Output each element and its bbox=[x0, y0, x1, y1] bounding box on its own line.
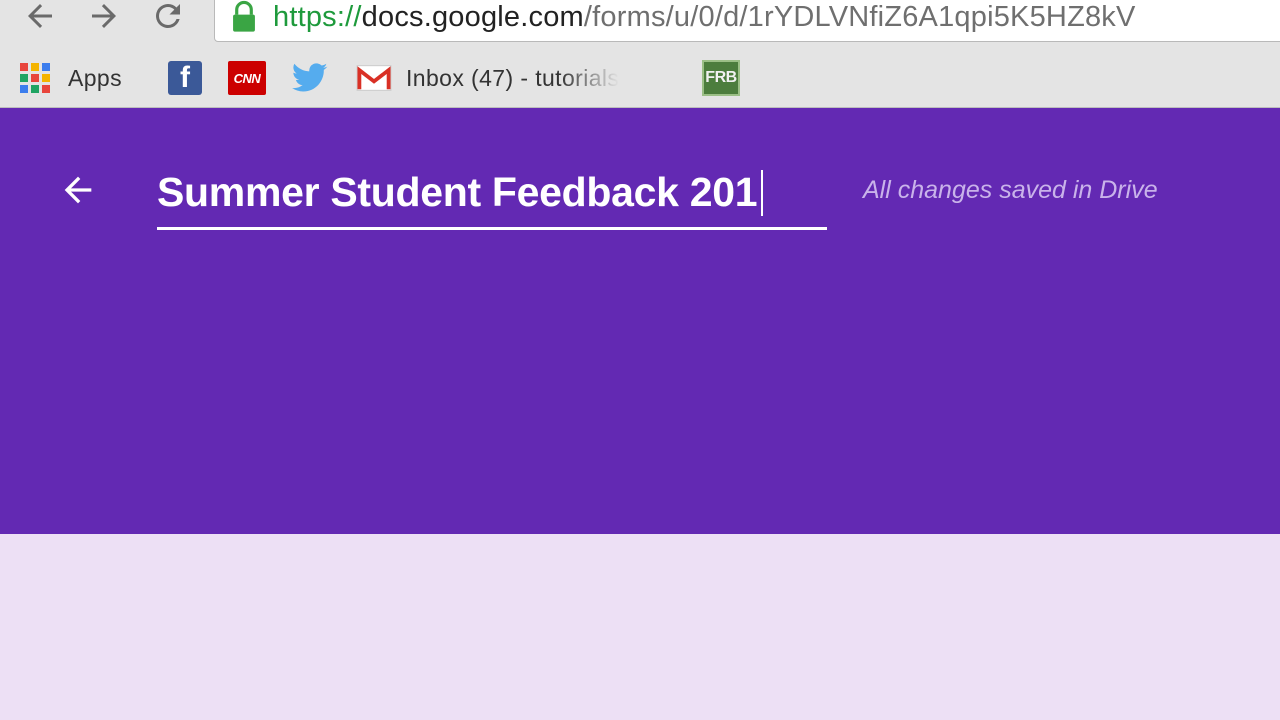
bookmark-label: Inbox (47) - tutorials bbox=[406, 64, 620, 91]
bookmark-twitter[interactable] bbox=[292, 60, 328, 96]
lock-icon bbox=[233, 0, 255, 32]
save-status: All changes saved in Drive bbox=[863, 176, 1158, 204]
browser-chrome: https://docs.google.com/forms/u/0/d/1rYD… bbox=[0, 0, 1280, 108]
form-title-input[interactable]: Summer Student Feedback 201 bbox=[157, 158, 827, 230]
form-body-background bbox=[0, 534, 1280, 720]
bookmark-apps[interactable]: Apps bbox=[20, 60, 122, 96]
frb-icon: FRB bbox=[702, 60, 740, 96]
url-scheme: https:// bbox=[273, 0, 362, 33]
url-host: docs.google.com bbox=[361, 0, 584, 33]
bookmark-facebook[interactable]: f bbox=[168, 60, 202, 96]
apps-grid-icon bbox=[20, 63, 50, 93]
bookmarks-bar: Apps f CNN Inbox (47) - tutorials FRB bbox=[0, 52, 1280, 104]
address-bar[interactable]: https://docs.google.com/forms/u/0/d/1rYD… bbox=[214, 0, 1280, 42]
bookmark-inbox[interactable]: Inbox (47) - tutorials bbox=[356, 60, 619, 96]
back-button[interactable] bbox=[18, 0, 62, 38]
back-to-forms-button[interactable] bbox=[56, 168, 100, 212]
reload-icon bbox=[155, 3, 180, 28]
arrow-right-icon bbox=[92, 4, 116, 28]
arrow-left-icon bbox=[28, 4, 52, 28]
form-title-text: Summer Student Feedback 201 bbox=[157, 169, 758, 215]
form-header: Summer Student Feedback 201 All changes … bbox=[0, 108, 1280, 534]
bookmark-cnn[interactable]: CNN bbox=[228, 60, 266, 96]
text-cursor bbox=[761, 169, 764, 216]
bookmark-frb[interactable]: FRB bbox=[702, 60, 740, 96]
cnn-icon: CNN bbox=[228, 61, 266, 95]
facebook-icon: f bbox=[168, 61, 202, 95]
gmail-icon bbox=[356, 64, 392, 92]
arrow-left-icon bbox=[64, 176, 92, 204]
url-text: https://docs.google.com/forms/u/0/d/1rYD… bbox=[273, 1, 1136, 34]
twitter-icon bbox=[292, 63, 328, 92]
url-path: /forms/u/0/d/1rYDLVNfiZ6A1qpi5K5HZ8kV bbox=[583, 0, 1136, 33]
reload-button[interactable] bbox=[146, 0, 190, 38]
bookmark-label: Apps bbox=[68, 64, 123, 91]
forward-button[interactable] bbox=[82, 0, 126, 38]
